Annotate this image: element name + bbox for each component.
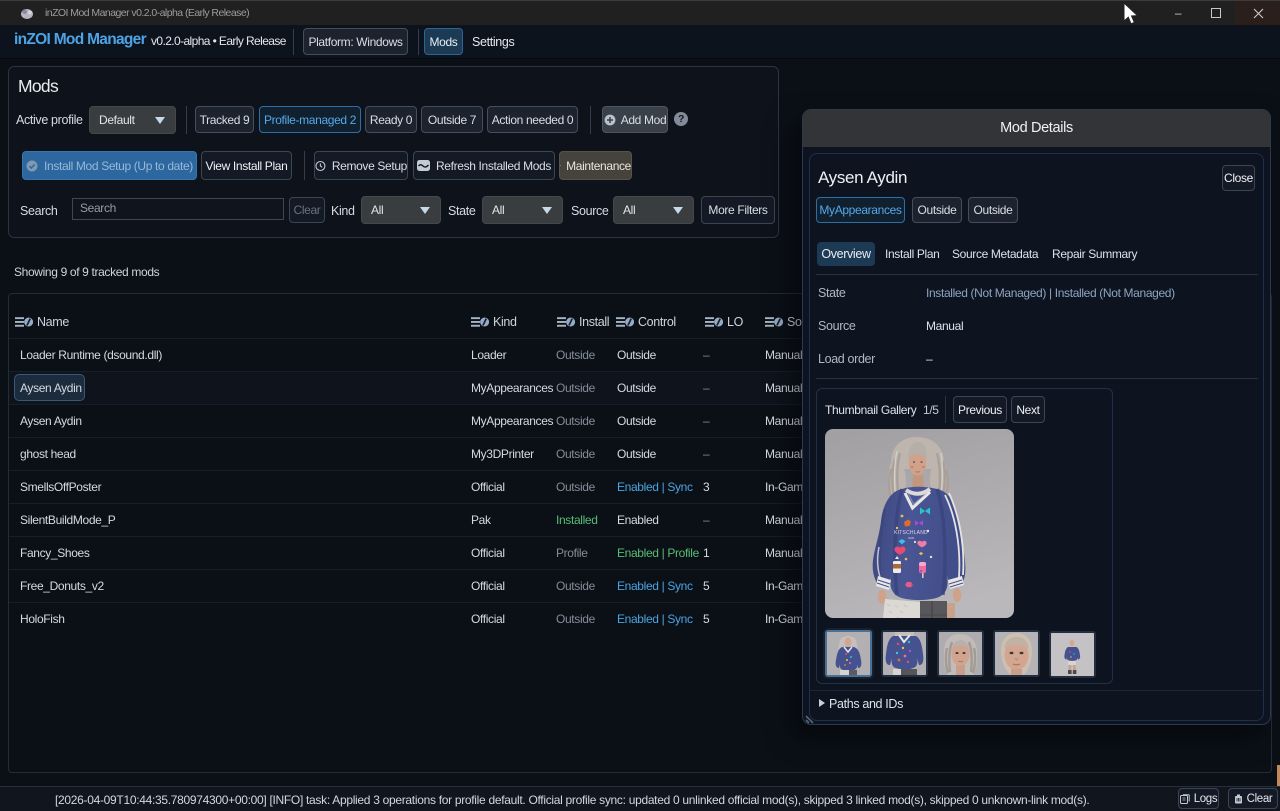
svg-text:KITSCHLAND: KITSCHLAND	[894, 530, 928, 536]
svg-text:PARIS: PARIS	[908, 536, 914, 540]
